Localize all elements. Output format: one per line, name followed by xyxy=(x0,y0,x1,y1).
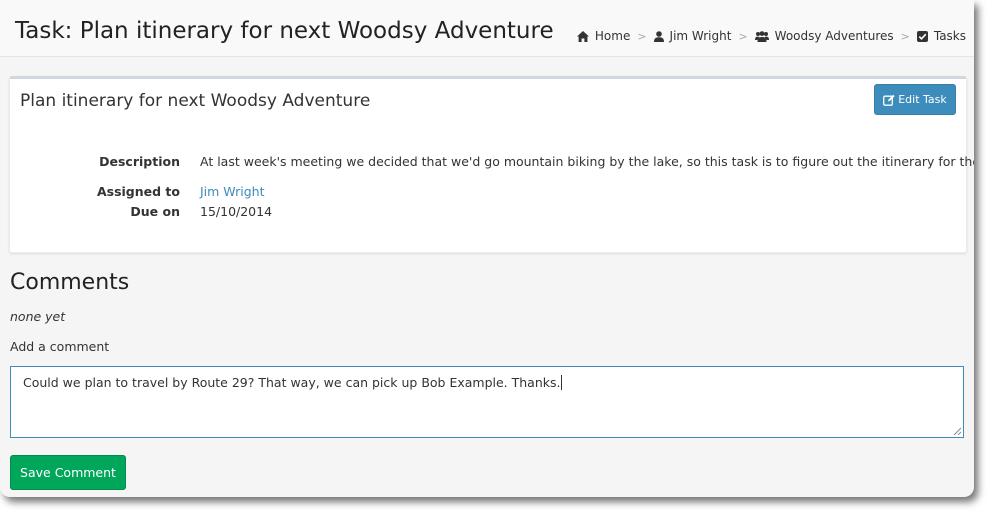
breadcrumb-group[interactable]: Woodsy Adventures xyxy=(754,29,894,43)
task-title: Plan itinerary for next Woodsy Adventure xyxy=(20,91,371,111)
due-on-value: 15/10/2014 xyxy=(200,204,273,219)
comment-draft-text: Could we plan to travel by Route 29? Tha… xyxy=(23,375,561,390)
breadcrumb-home-label: Home xyxy=(594,29,631,43)
check-square-icon xyxy=(916,30,928,42)
breadcrumb-tasks[interactable]: Tasks xyxy=(916,29,966,43)
users-icon xyxy=(754,30,769,42)
breadcrumb-user[interactable]: Jim Wright xyxy=(653,29,732,43)
due-on-label: Due on xyxy=(130,204,180,219)
page-header: Task: Plan itinerary for next Woodsy Adv… xyxy=(0,0,974,57)
assigned-user-link[interactable]: Jim Wright xyxy=(200,184,264,199)
breadcrumb-separator: > xyxy=(637,29,647,43)
page-title: Task: Plan itinerary for next Woodsy Adv… xyxy=(15,18,554,44)
description-value: At last week's meeting we decided that w… xyxy=(200,154,974,169)
breadcrumb-separator: > xyxy=(738,29,748,43)
edit-task-button[interactable]: Edit Task xyxy=(874,84,956,115)
task-panel: Plan itinerary for next Woodsy Adventure… xyxy=(9,76,974,253)
breadcrumb-user-label: Jim Wright xyxy=(669,29,732,43)
save-comment-button[interactable]: Save Comment xyxy=(10,455,126,490)
text-cursor xyxy=(560,375,562,390)
breadcrumb-separator: > xyxy=(900,29,910,43)
resize-handle-icon[interactable] xyxy=(953,427,961,435)
edit-icon xyxy=(883,94,895,106)
add-comment-label: Add a comment xyxy=(10,339,110,354)
comment-textarea[interactable]: Could we plan to travel by Route 29? Tha… xyxy=(10,366,964,438)
user-icon xyxy=(653,30,664,42)
breadcrumb: Home > Jim Wright > Woodsy Adventures > … xyxy=(576,29,966,43)
comments-heading: Comments xyxy=(10,270,130,295)
no-comments-text: none yet xyxy=(10,309,66,324)
home-icon xyxy=(576,30,589,42)
description-label: Description xyxy=(99,154,180,169)
breadcrumb-tasks-label: Tasks xyxy=(933,29,966,43)
edit-task-label: Edit Task xyxy=(898,93,947,106)
assigned-to-label: Assigned to xyxy=(96,184,180,199)
app-window: Task: Plan itinerary for next Woodsy Adv… xyxy=(0,0,974,497)
breadcrumb-group-label: Woodsy Adventures xyxy=(774,29,894,43)
breadcrumb-home[interactable]: Home xyxy=(576,29,631,43)
